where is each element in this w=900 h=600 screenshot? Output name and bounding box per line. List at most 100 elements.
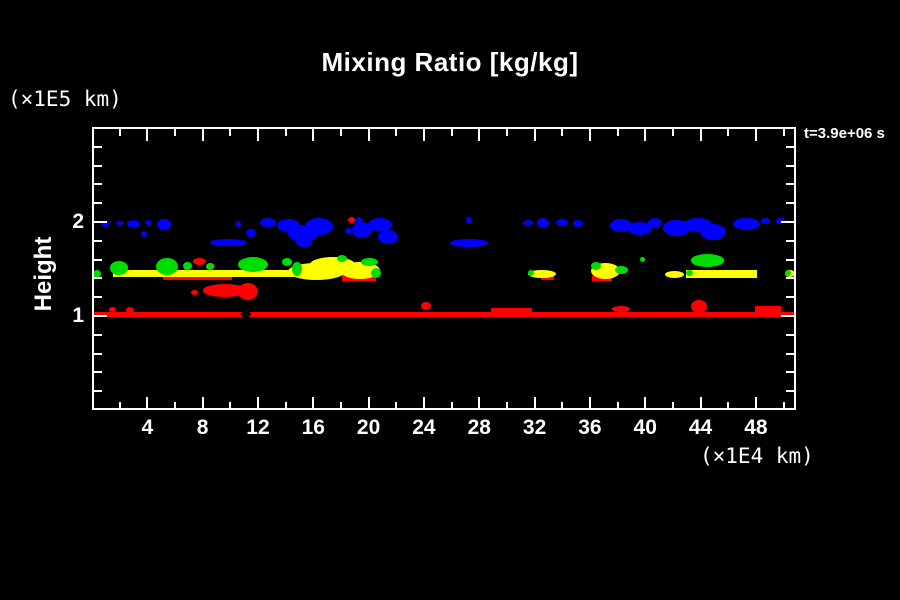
x-axis-unit-label: (×1E4 km) <box>700 444 814 468</box>
x-minor-tick <box>451 402 453 408</box>
x-major-tick <box>534 397 536 408</box>
x-minor-tick <box>395 402 397 408</box>
mixing-ratio-layer-yellow-blob <box>113 270 295 277</box>
mixing-ratio-layer-red-blob <box>92 312 795 317</box>
x-major-tick-top <box>534 129 536 141</box>
x-major-tick <box>644 397 646 408</box>
mixing-ratio-layer-red-blob <box>238 283 258 300</box>
x-major-tick-top <box>146 129 148 141</box>
x-tick-label: 32 <box>513 416 557 440</box>
x-major-tick <box>478 397 480 408</box>
x-major-tick-top <box>368 129 370 141</box>
x-major-tick-top <box>202 129 204 141</box>
y-minor-tick <box>94 127 102 129</box>
y-minor-tick-right <box>786 277 794 279</box>
mixing-ratio-layer-red-blob <box>755 306 781 312</box>
x-minor-tick-top <box>174 129 176 136</box>
y-minor-tick-right <box>786 240 794 242</box>
mixing-ratio-layer-blue-blob <box>145 220 152 225</box>
y-tick-label: 1 <box>54 304 84 328</box>
mixing-ratio-layer-blue-blob <box>296 238 312 247</box>
x-minor-tick <box>561 402 563 408</box>
y-major-tick-right <box>781 221 794 223</box>
mixing-ratio-layer-blue-blob <box>573 220 583 227</box>
y-minor-tick <box>94 240 102 242</box>
mixing-ratio-layer-blue-blob <box>733 218 760 230</box>
y-minor-tick-right <box>786 183 794 185</box>
x-minor-tick-top <box>119 129 121 136</box>
mixing-ratio-layer-blue-blob <box>648 218 662 228</box>
mixing-ratio-layer-blue-blob <box>700 224 726 240</box>
y-minor-tick <box>94 277 102 279</box>
x-major-tick-top <box>589 129 591 141</box>
y-major-tick <box>94 221 107 223</box>
x-major-tick <box>423 397 425 408</box>
x-minor-tick <box>506 402 508 408</box>
x-minor-tick <box>229 402 231 408</box>
x-minor-tick <box>285 402 287 408</box>
mixing-ratio-layer-red-blob <box>193 258 206 265</box>
mixing-ratio-layer-blue-blob <box>246 229 256 237</box>
y-minor-tick-right <box>786 390 794 392</box>
plot-title: Mixing Ratio [kg/kg] <box>0 47 900 78</box>
x-major-tick <box>312 397 314 408</box>
mixing-ratio-layer-blue-blob <box>305 218 333 235</box>
mixing-ratio-layer-green-blob <box>528 270 534 276</box>
y-minor-tick-right <box>786 353 794 355</box>
mixing-ratio-layer-blue-blob <box>116 221 124 225</box>
x-major-tick-top <box>312 129 314 141</box>
x-minor-tick-top <box>672 129 674 136</box>
x-minor-tick-top <box>340 129 342 136</box>
x-tick-label: 44 <box>679 416 723 440</box>
x-minor-tick-top <box>395 129 397 136</box>
y-minor-tick-right <box>786 146 794 148</box>
x-minor-tick <box>727 402 729 408</box>
y-minor-tick <box>94 259 102 261</box>
mixing-ratio-layer-green-blob <box>691 254 724 266</box>
mixing-ratio-layer-blue-blob <box>537 218 549 228</box>
y-minor-tick-right <box>786 127 794 129</box>
plot-window: { "chart_data": { "type": "heatmap", "ti… <box>0 0 900 600</box>
x-major-tick <box>202 397 204 408</box>
mixing-ratio-layer-red-blob <box>491 308 532 313</box>
x-minor-tick-top <box>727 129 729 136</box>
mixing-ratio-layer-blue-blob <box>523 220 533 226</box>
x-tick-label: 12 <box>236 416 280 440</box>
x-major-tick-top <box>644 129 646 141</box>
mixing-ratio-layer-blue-blob <box>141 231 147 237</box>
x-minor-tick <box>119 402 121 408</box>
y-minor-tick <box>94 353 102 355</box>
mixing-ratio-layer-green-blob <box>206 263 214 270</box>
y-minor-tick <box>94 334 102 336</box>
x-minor-tick-top <box>229 129 231 136</box>
mixing-ratio-layer-green-blob <box>156 258 178 275</box>
x-tick-label: 40 <box>623 416 667 440</box>
mixing-ratio-layer-green-blob <box>183 262 192 270</box>
y-minor-tick <box>94 202 102 204</box>
x-minor-tick <box>672 402 674 408</box>
mixing-ratio-layer-blue-blob <box>355 217 362 222</box>
y-minor-tick-right <box>786 296 794 298</box>
y-tick-label: 2 <box>54 210 84 234</box>
x-major-tick-top <box>478 129 480 141</box>
mixing-ratio-layer-yellow-blob <box>686 270 757 278</box>
mixing-ratio-layer-green-blob <box>640 257 645 262</box>
mixing-ratio-layer-blue-blob <box>450 239 488 247</box>
red-line-pinch-black-blob <box>240 309 251 320</box>
mixing-ratio-layer-yellow-blob <box>665 271 684 278</box>
mixing-ratio-layer-blue-blob <box>345 228 352 234</box>
x-tick-label: 36 <box>568 416 612 440</box>
y-major-tick <box>94 315 107 317</box>
x-major-tick <box>146 397 148 408</box>
y-minor-tick-right <box>786 165 794 167</box>
y-minor-tick <box>94 296 102 298</box>
time-annotation: t=3.9e+06 s <box>804 125 885 142</box>
mixing-ratio-layer-blue-blob <box>260 218 276 227</box>
x-major-tick-top <box>423 129 425 141</box>
x-tick-label: 4 <box>125 416 169 440</box>
mixing-ratio-layer-blue-blob <box>210 239 247 246</box>
mixing-ratio-layer-blue-blob <box>127 220 140 228</box>
x-major-tick <box>257 397 259 408</box>
y-major-tick-right <box>781 315 794 317</box>
x-minor-tick-top <box>506 129 508 136</box>
